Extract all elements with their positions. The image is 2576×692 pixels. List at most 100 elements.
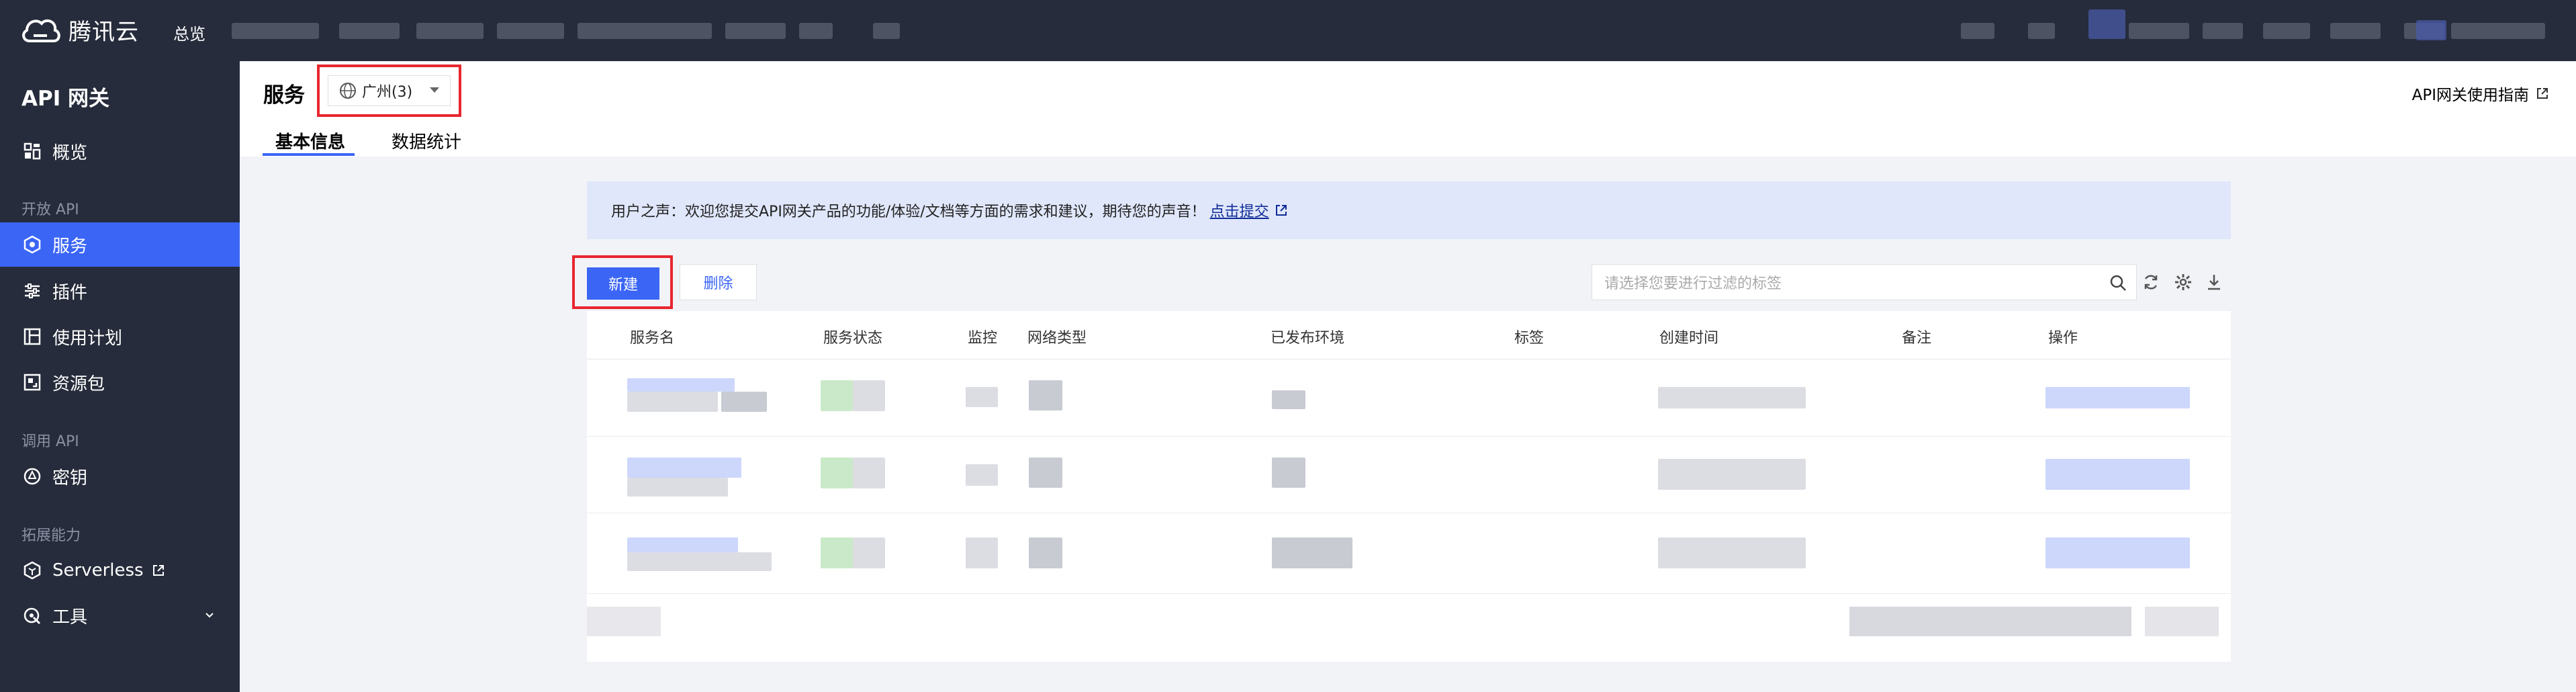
- region-select-value: 广州(3): [362, 84, 413, 101]
- key-icon: [24, 468, 41, 485]
- blurred-created-time: [1658, 459, 1806, 490]
- row-divider: [587, 436, 2231, 437]
- sidebar-group-extension: 拓展能力: [21, 527, 81, 544]
- page-title: 服务: [263, 83, 305, 107]
- sidebar-item-key[interactable]: 密钥: [0, 454, 240, 499]
- blurred-status-badge: [821, 380, 853, 411]
- plugin-icon: [25, 284, 40, 298]
- blurred-status-text: [853, 458, 885, 488]
- top-nav-bar: 腾讯云 总览: [0, 0, 2576, 61]
- blurred-service-name-link[interactable]: [627, 378, 735, 392]
- external-link-icon: [152, 565, 164, 576]
- serverless-icon: [24, 561, 41, 580]
- sidebar-title: API 网关: [21, 87, 110, 111]
- blurred-nav-item[interactable]: [497, 23, 564, 39]
- resource-pack-icon: [24, 374, 41, 391]
- row-divider: [587, 593, 2231, 594]
- blurred-nav-item[interactable]: [232, 23, 319, 39]
- sidebar-item-label: 概览: [52, 142, 88, 163]
- chevron-down-icon[interactable]: [203, 609, 216, 621]
- sidebar-item-usage-plan[interactable]: 使用计划: [0, 314, 240, 359]
- blurred-service-name-link[interactable]: [627, 458, 741, 478]
- brand-name: 腾讯云: [68, 19, 139, 46]
- blurred-created-time: [1658, 387, 1806, 408]
- plan-icon: [24, 328, 41, 345]
- blurred-action-links[interactable]: [2045, 459, 2190, 490]
- blurred-env: [1272, 390, 1305, 409]
- blurred-env: [1272, 458, 1305, 488]
- blurred-avatar[interactable]: [2416, 20, 2446, 40]
- blurred-network-type: [1029, 458, 1062, 488]
- region-select[interactable]: 广州(3): [328, 75, 451, 106]
- blurred-network-type: [1029, 380, 1062, 410]
- tag-filter-search-input[interactable]: 请选择您要进行过滤的标签: [1592, 264, 2137, 300]
- sidebar-item-label: 插件: [52, 282, 88, 303]
- blurred-pagination[interactable]: [1849, 607, 2131, 636]
- sidebar-item-overview[interactable]: 概览: [0, 129, 240, 173]
- blurred-status-text: [853, 537, 885, 568]
- column-header-monitor: 监控: [968, 330, 998, 347]
- column-header-created-time: 创建时间: [1659, 330, 1719, 347]
- blurred-nav-item[interactable]: [2203, 23, 2243, 39]
- search-icon[interactable]: [2109, 274, 2127, 292]
- caret-down-icon: [430, 87, 439, 93]
- sidebar-item-label: 使用计划: [52, 328, 123, 349]
- sidebar-item-resource-pack[interactable]: 资源包: [0, 360, 240, 404]
- blurred-nav-item[interactable]: [873, 23, 900, 39]
- blurred-nav-item[interactable]: [2263, 23, 2310, 39]
- blurred-service-id: [627, 392, 718, 412]
- blurred-created-time: [1658, 537, 1806, 568]
- blurred-service-name-link[interactable]: [627, 537, 738, 552]
- sidebar-item-label: Serverless: [52, 560, 144, 580]
- tab-data-statistics[interactable]: 数据统计: [392, 128, 461, 153]
- blurred-nav-item[interactable]: [2028, 23, 2055, 39]
- tools-icon: [24, 607, 41, 625]
- refresh-icon[interactable]: [2142, 273, 2160, 292]
- blurred-monitor-icon[interactable]: [966, 537, 998, 568]
- blurred-text: [721, 392, 767, 412]
- overview-link[interactable]: 总览: [173, 21, 205, 44]
- blurred-nav-item[interactable]: [2330, 23, 2381, 39]
- blurred-monitor-icon[interactable]: [966, 387, 998, 407]
- dashboard-icon: [24, 142, 41, 160]
- blurred-nav-item[interactable]: [1961, 23, 1994, 39]
- tab-basic-info[interactable]: 基本信息: [275, 128, 345, 153]
- blurred-action-links[interactable]: [2045, 537, 2190, 568]
- service-icon: [24, 235, 41, 254]
- sidebar-item-label: 工具: [52, 607, 88, 628]
- sidebar-item-serverless[interactable]: Serverless: [0, 548, 240, 593]
- blurred-action-links[interactable]: [2045, 387, 2190, 408]
- new-service-button[interactable]: 新建: [587, 267, 659, 300]
- blurred-nav-item[interactable]: [799, 23, 833, 39]
- blurred-account[interactable]: [2451, 23, 2545, 39]
- column-header-tags: 标签: [1514, 330, 1545, 347]
- external-link-icon: [2537, 88, 2548, 99]
- column-header-service-status: 服务状态: [823, 330, 883, 347]
- blurred-nav-item[interactable]: [2129, 23, 2189, 39]
- sidebar: API 网关 概览 开放 API 服务 插件 使用计划 资源包 调用 API 密…: [0, 61, 240, 692]
- blurred-env: [1272, 537, 1352, 568]
- blurred-monitor-icon[interactable]: [966, 464, 998, 486]
- blurred-network-type: [1029, 537, 1062, 568]
- sidebar-item-service[interactable]: 服务: [0, 222, 240, 267]
- sidebar-item-plugin[interactable]: 插件: [0, 269, 240, 313]
- guide-link[interactable]: API网关使用指南: [2412, 82, 2549, 105]
- tencent-cloud-logo[interactable]: 腾讯云: [20, 13, 139, 46]
- delete-button[interactable]: 删除: [680, 264, 757, 300]
- column-header-published-env: 已发布环境: [1271, 330, 1345, 347]
- submit-feedback-link[interactable]: 点击提交: [1210, 200, 1269, 221]
- sidebar-item-tools[interactable]: 工具: [0, 593, 240, 638]
- blurred-nav-item[interactable]: [339, 23, 400, 39]
- blurred-service-id: [627, 478, 728, 496]
- gear-icon[interactable]: [2174, 273, 2193, 292]
- blurred-nav-item[interactable]: [416, 23, 484, 39]
- external-link-icon: [1275, 205, 1287, 216]
- sidebar-item-label: 服务: [52, 236, 88, 257]
- blurred-page-nav[interactable]: [2145, 607, 2219, 636]
- blurred-nav-item[interactable]: [2088, 9, 2125, 39]
- blurred-nav-item[interactable]: [725, 23, 786, 39]
- download-icon[interactable]: [2205, 273, 2223, 292]
- cloud-logo-icon: [22, 19, 60, 42]
- blurred-nav-item[interactable]: [578, 23, 712, 39]
- blurred-total-count: [587, 607, 661, 636]
